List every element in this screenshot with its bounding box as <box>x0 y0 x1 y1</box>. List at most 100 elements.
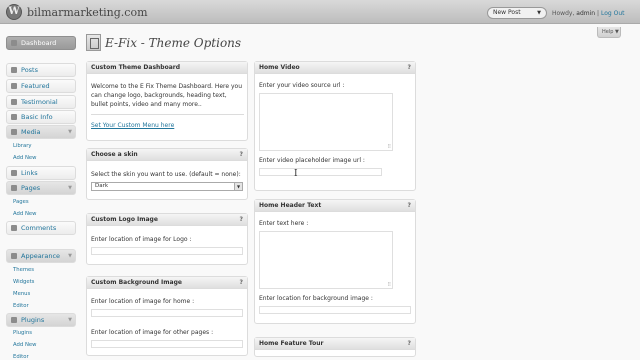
sidebar-item-plugins[interactable]: Plugins ▼ <box>6 313 76 327</box>
dashboard-icon <box>11 40 17 46</box>
chevron-down-icon: ▼ <box>537 10 541 16</box>
home-header-text-box: Home Header Text? Enter text here : ⠿ En… <box>254 199 416 324</box>
video-source-textarea[interactable]: ⠿ <box>259 93 393 151</box>
media-icon <box>11 129 17 135</box>
logo-url-input[interactable] <box>91 247 243 255</box>
sidebar-item-pages[interactable]: Pages ▼ <box>6 181 76 195</box>
sidebar-subitem-pages-add-new[interactable]: Add New <box>13 211 37 217</box>
chevron-down-icon: ▼ <box>234 183 242 190</box>
box-header: Choose a skin? <box>87 149 247 161</box>
header-background-input[interactable] <box>259 306 411 314</box>
admin-header: W bilmarmarketing.com New Post ▼ Howdy, … <box>0 0 640 24</box>
home-video-box: Home Video? Enter your video source url … <box>254 61 416 191</box>
sidebar-item-comments[interactable]: Comments <box>6 221 76 235</box>
sidebar-subitem-widgets[interactable]: Widgets <box>13 279 34 285</box>
howdy-label: Howdy, <box>552 10 575 17</box>
sidebar-item-media[interactable]: Media ▼ <box>6 125 76 139</box>
box-header: Home Video? <box>255 62 415 74</box>
sidebar-item-featured[interactable]: Featured <box>6 79 76 93</box>
help-icon[interactable]: ? <box>408 62 411 74</box>
custom-background-image-box: Custom Background Image? Enter location … <box>86 276 248 356</box>
custom-theme-dashboard-box: Custom Theme Dashboard Welcome to the E … <box>86 61 248 141</box>
comments-icon <box>11 225 17 231</box>
box-title: Choose a skin <box>91 151 138 158</box>
sidebar-item-dashboard[interactable]: Dashboard <box>6 36 76 50</box>
skin-select[interactable]: Dark ▼ <box>91 182 243 191</box>
home-background-input[interactable] <box>91 309 243 317</box>
sidebar-item-label: Pages <box>21 184 41 192</box>
plugins-icon <box>11 317 17 323</box>
resize-grip-icon[interactable]: ⠿ <box>387 282 391 288</box>
help-icon[interactable]: ? <box>240 277 243 289</box>
sidebar-item-posts[interactable]: Posts <box>6 63 76 77</box>
custom-menu-link[interactable]: Set Your Custom Menu here <box>91 122 174 129</box>
box-title: Home Video <box>259 64 300 71</box>
help-icon[interactable]: ? <box>408 200 411 212</box>
sidebar-subitem-menus[interactable]: Menus <box>13 291 30 297</box>
box-header: Home Header Text? <box>255 200 415 212</box>
logout-link[interactable]: Log Out <box>601 10 625 17</box>
howdy-text: Howdy, admin <box>552 10 595 17</box>
header-text-label: Enter text here : <box>259 220 309 227</box>
header-background-label: Enter location for background image : <box>259 295 373 302</box>
video-placeholder-label: Enter video placeholder image url : <box>259 157 365 164</box>
home-background-label: Enter location of image for home : <box>91 298 195 305</box>
help-icon[interactable]: ? <box>240 214 243 226</box>
sidebar-subitem-plugins[interactable]: Plugins <box>13 330 32 336</box>
header-text-textarea[interactable]: ⠿ <box>259 231 393 289</box>
box-title: Custom Background Image <box>91 279 182 286</box>
user-link[interactable]: admin <box>576 10 595 17</box>
skin-select-value: Dark <box>95 183 109 189</box>
divider <box>91 114 244 115</box>
sidebar-item-links[interactable]: Links <box>6 166 76 180</box>
pages-icon <box>11 185 17 191</box>
sidebar-item-testimonial[interactable]: Testimonial <box>6 95 76 109</box>
testimonial-icon <box>11 99 17 105</box>
help-icon[interactable]: ? <box>240 149 243 161</box>
site-name-link[interactable]: bilmarmarketing.com <box>27 6 148 19</box>
sidebar-item-label: Basic Info <box>21 113 53 121</box>
choose-skin-box: Choose a skin? Select the skin you want … <box>86 148 248 200</box>
dashboard-description: Welcome to the E Fix Theme Dashboard. He… <box>91 83 243 108</box>
sidebar-item-label: Dashboard <box>21 39 57 47</box>
other-background-label: Enter location of image for other pages … <box>91 329 214 336</box>
video-source-label: Enter your video source url : <box>259 82 345 89</box>
sidebar-subitem-library[interactable]: Library <box>13 143 32 149</box>
resize-grip-icon[interactable]: ⠿ <box>387 144 391 150</box>
wordpress-logo-icon[interactable]: W <box>6 4 22 20</box>
home-feature-tour-box: Home Feature Tour? <box>254 337 416 357</box>
basic-info-icon <box>11 114 17 120</box>
sidebar-subitem-plugins-add-new[interactable]: Add New <box>13 342 37 348</box>
posts-icon <box>11 67 17 73</box>
sidebar-item-label: Media <box>21 128 41 136</box>
sidebar-subitem-pages[interactable]: Pages <box>13 199 29 205</box>
header-separator: | <box>597 10 600 17</box>
chevron-down-icon[interactable]: ▼ <box>68 129 72 135</box>
chevron-down-icon[interactable]: ▼ <box>68 317 72 323</box>
sidebar-item-appearance[interactable]: Appearance ▼ <box>6 249 76 263</box>
sidebar-subitem-media-add-new[interactable]: Add New <box>13 155 37 161</box>
other-background-input[interactable] <box>91 340 243 348</box>
sidebar-item-basic-info[interactable]: Basic Info <box>6 110 76 124</box>
box-header: Custom Theme Dashboard <box>87 62 247 74</box>
box-title: Custom Logo Image <box>91 216 158 223</box>
sidebar-subitem-themes[interactable]: Themes <box>13 267 34 273</box>
chevron-down-icon[interactable]: ▼ <box>68 185 72 191</box>
sidebar-subitem-editor[interactable]: Editor <box>13 303 29 309</box>
links-icon <box>11 170 17 176</box>
chevron-down-icon[interactable]: ▼ <box>68 253 72 259</box>
sidebar-item-label: Posts <box>21 66 38 74</box>
help-icon[interactable]: ? <box>408 338 411 350</box>
text-cursor-icon: I <box>294 169 298 179</box>
box-title: Custom Theme Dashboard <box>91 64 181 71</box>
help-label: Help <box>602 29 614 35</box>
help-tab[interactable]: Help ▼ <box>597 27 621 38</box>
appearance-icon <box>11 253 17 259</box>
video-placeholder-input[interactable] <box>259 168 382 176</box>
sidebar-item-label: Comments <box>21 224 57 232</box>
sidebar-subitem-plugins-editor[interactable]: Editor <box>13 354 29 360</box>
box-title: Home Feature Tour <box>259 340 324 347</box>
new-post-dropdown[interactable]: New Post ▼ <box>487 7 547 19</box>
chevron-down-icon: ▼ <box>615 29 619 35</box>
featured-icon <box>11 83 17 89</box>
